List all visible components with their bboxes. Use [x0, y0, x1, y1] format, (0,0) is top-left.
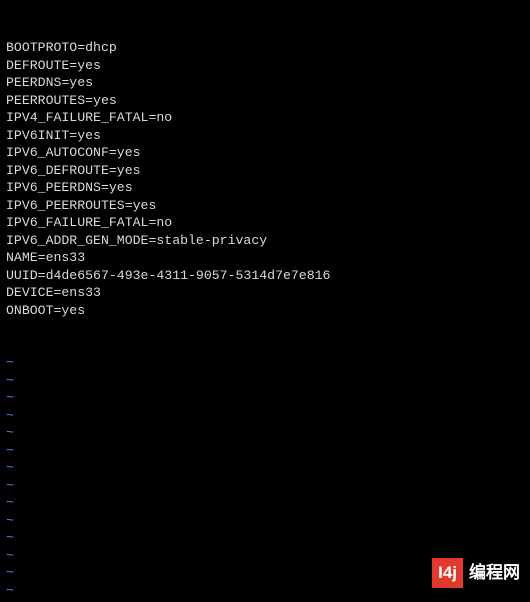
vim-tilde-line: ~ — [6, 512, 524, 530]
config-line: IPV6_AUTOCONF=yes — [6, 144, 524, 162]
config-line: IPV6INIT=yes — [6, 127, 524, 145]
vim-tilde-line: ~ — [6, 407, 524, 425]
vim-tilde-line: ~ — [6, 529, 524, 547]
config-line: ONBOOT=yes — [6, 302, 524, 320]
vim-tilde-line: ~ — [6, 354, 524, 372]
vim-tilde-line: ~ — [6, 477, 524, 495]
config-line: IPV6_DEFROUTE=yes — [6, 162, 524, 180]
watermark-logo: I4j 编程网 — [432, 558, 530, 588]
config-line: UUID=d4de6567-493e-4311-9057-5314d7e7e81… — [6, 267, 524, 285]
vim-tilde-line: ~ — [6, 372, 524, 390]
config-line: DEFROUTE=yes — [6, 57, 524, 75]
config-line: DEVICE=ens33 — [6, 284, 524, 302]
config-line: IPV6_PEERDNS=yes — [6, 179, 524, 197]
vim-tilde-line: ~ — [6, 459, 524, 477]
watermark-badge: I4j — [432, 558, 463, 588]
config-line: NAME=ens33 — [6, 249, 524, 267]
watermark-text: 编程网 — [463, 558, 530, 588]
config-line: IPV6_FAILURE_FATAL=no — [6, 214, 524, 232]
config-line: PEERROUTES=yes — [6, 92, 524, 110]
terminal-window[interactable]: BOOTPROTO=dhcpDEFROUTE=yesPEERDNS=yesPEE… — [0, 0, 530, 602]
vim-tilde-line: ~ — [6, 389, 524, 407]
config-line: IPV6_PEERROUTES=yes — [6, 197, 524, 215]
file-content: BOOTPROTO=dhcpDEFROUTE=yesPEERDNS=yesPEE… — [6, 39, 524, 319]
vim-tilde-line: ~ — [6, 442, 524, 460]
vim-tilde-line: ~ — [6, 494, 524, 512]
vim-tilde-line: ~ — [6, 424, 524, 442]
config-line: IPV4_FAILURE_FATAL=no — [6, 109, 524, 127]
config-line: BOOTPROTO=dhcp — [6, 39, 524, 57]
config-line: PEERDNS=yes — [6, 74, 524, 92]
config-line: IPV6_ADDR_GEN_MODE=stable-privacy — [6, 232, 524, 250]
